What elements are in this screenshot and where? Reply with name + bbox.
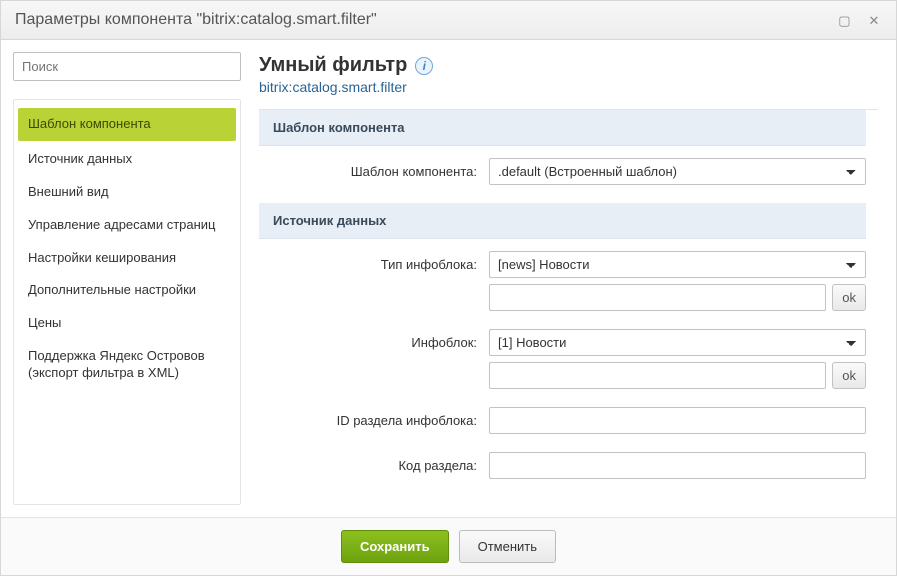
input-iblock-text[interactable] (489, 362, 826, 389)
select-template[interactable]: .default (Встроенный шаблон) (489, 158, 866, 185)
label-section-id: ID раздела инфоблока: (259, 407, 489, 428)
row-iblock-type: Тип инфоблока: [news] Новости ok (259, 251, 866, 311)
form-scroll[interactable]: Шаблон компонента Шаблон компонента: .de… (259, 109, 878, 517)
dialog-footer: Сохранить Отменить (1, 517, 896, 575)
sidebar-item-template[interactable]: Шаблон компонента (18, 108, 236, 141)
section-head-template: Шаблон компонента (259, 110, 866, 146)
input-section-id[interactable] (489, 407, 866, 434)
ok-button-iblock[interactable]: ok (832, 362, 866, 389)
maximize-icon[interactable]: ▢ (836, 14, 852, 28)
sidebar-item-caching[interactable]: Настройки кеширования (14, 242, 240, 275)
label-iblock: Инфоблок: (259, 329, 489, 350)
page-title: Умный фильтр (259, 54, 407, 77)
search-box (13, 52, 241, 81)
row-section-id: ID раздела инфоблока: (259, 407, 866, 434)
info-icon[interactable]: i (415, 57, 433, 75)
search-input[interactable] (22, 59, 232, 74)
main-panel: Умный фильтр i bitrix:catalog.smart.filt… (253, 40, 896, 517)
dialog-body: Шаблон компонента Источник данных Внешни… (1, 40, 896, 517)
label-template: Шаблон компонента: (259, 158, 489, 179)
dialog-window: Параметры компонента "bitrix:catalog.sma… (0, 0, 897, 576)
label-section-code: Код раздела: (259, 452, 489, 473)
cancel-button[interactable]: Отменить (459, 530, 556, 563)
sidebar-item-prices[interactable]: Цены (14, 307, 240, 340)
window-title: Параметры компонента "bitrix:catalog.sma… (15, 11, 377, 29)
component-code-subtitle: bitrix:catalog.smart.filter (259, 79, 878, 95)
row-iblock: Инфоблок: [1] Новости ok (259, 329, 866, 389)
ok-button-iblock-type[interactable]: ok (832, 284, 866, 311)
save-button[interactable]: Сохранить (341, 530, 449, 563)
window-controls: ▢ ✕ (826, 13, 882, 28)
sidebar-nav: Шаблон компонента Источник данных Внешни… (13, 99, 241, 505)
input-iblock-type-text[interactable] (489, 284, 826, 311)
sidebar-item-advanced[interactable]: Дополнительные настройки (14, 274, 240, 307)
select-iblock[interactable]: [1] Новости (489, 329, 866, 356)
row-template: Шаблон компонента: .default (Встроенный … (259, 158, 866, 185)
input-section-code[interactable] (489, 452, 866, 479)
sidebar-item-urls[interactable]: Управление адресами страниц (14, 209, 240, 242)
sidebar-item-data-source[interactable]: Источник данных (14, 143, 240, 176)
heading-row: Умный фильтр i (259, 54, 878, 77)
select-iblock-type[interactable]: [news] Новости (489, 251, 866, 278)
sidebar-item-appearance[interactable]: Внешний вид (14, 176, 240, 209)
label-iblock-type: Тип инфоблока: (259, 251, 489, 272)
sidebar-item-yandex-islands[interactable]: Поддержка Яндекс Островов (экспорт фильт… (14, 340, 240, 390)
close-icon[interactable]: ✕ (866, 14, 882, 28)
section-head-data-source: Источник данных (259, 203, 866, 239)
sidebar: Шаблон компонента Источник данных Внешни… (1, 40, 253, 517)
titlebar: Параметры компонента "bitrix:catalog.sma… (1, 1, 896, 40)
row-section-code: Код раздела: (259, 452, 866, 479)
